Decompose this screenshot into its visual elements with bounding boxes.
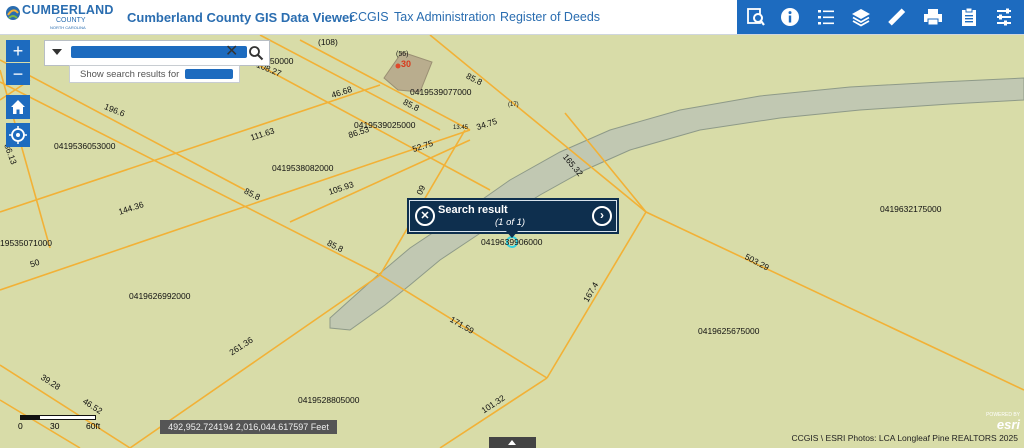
settings-icon[interactable]: [991, 4, 1017, 30]
measure-icon[interactable]: [883, 4, 909, 30]
esri-logo: POWERED BY esri: [986, 412, 1020, 431]
dimension-label: (108): [318, 37, 338, 47]
list-icon[interactable]: [813, 4, 839, 30]
building-marker: [395, 63, 401, 69]
search-icon[interactable]: [248, 45, 264, 61]
link-ccgis[interactable]: CCGIS: [349, 10, 389, 24]
close-popup-icon[interactable]: ✕: [415, 206, 435, 226]
scale-bar: 0 30 60ft: [18, 415, 108, 435]
search-results-hint[interactable]: Show search results for: [69, 65, 240, 83]
building-number: 30: [401, 59, 412, 69]
logo-state: NORTH CAROLINA: [50, 25, 86, 30]
zoom-in-button[interactable]: +: [6, 40, 30, 62]
bottom-panel-toggle[interactable]: [489, 437, 536, 448]
dimension-label: 13.45: [453, 125, 469, 131]
search-hint-text: Show search results for: [80, 69, 180, 80]
search-bar[interactable]: ✕: [44, 40, 270, 66]
popup-count: (1 of 1): [495, 217, 526, 228]
parcel-id-label: 0419528805000: [298, 395, 360, 405]
search-map-icon[interactable]: [743, 4, 769, 30]
locate-icon: [9, 126, 27, 144]
chevron-up-icon: [508, 440, 516, 445]
dimension-label: (17): [508, 102, 519, 108]
info-icon[interactable]: [777, 4, 803, 30]
clipboard-icon[interactable]: [956, 4, 982, 30]
home-icon: [11, 100, 25, 114]
dropdown-caret-icon[interactable]: [52, 49, 62, 55]
clear-search-icon[interactable]: ✕: [225, 42, 238, 62]
search-result-popup: ✕ Search result (1 of 1) ›: [409, 200, 617, 238]
link-tax-administration[interactable]: Tax Administration: [394, 10, 495, 24]
parcel-id-label: 0419539025000: [354, 120, 416, 130]
parcel-id-label: 19535071000: [0, 238, 53, 248]
coordinate-readout: 492,952.724194 2,016,044.617597 Feet: [160, 420, 337, 434]
toolbar: [737, 0, 1024, 34]
next-result-icon[interactable]: ›: [592, 206, 612, 226]
logo-subtext: COUNTY: [56, 17, 86, 24]
scale-label-30: 30: [50, 421, 60, 431]
map-canvas[interactable]: (108) 108.27 85.8 46.68 85.8 196.6 111.6…: [0, 35, 1024, 448]
search-input[interactable]: [71, 46, 247, 58]
parcel-id-label: 0419625675000: [698, 326, 760, 336]
home-button[interactable]: [6, 95, 30, 119]
dimension-label: (56): [396, 51, 409, 58]
popup-title: Search result: [438, 204, 508, 216]
zoom-out-button[interactable]: −: [6, 63, 30, 85]
layers-icon[interactable]: [848, 4, 874, 30]
attribution: CCGIS \ ESRI Photos: LCA Longleaf Pine R…: [791, 433, 1018, 443]
redacted-query: [184, 69, 233, 80]
app-header: CUMBERLAND COUNTY NORTH CAROLINA Cumberl…: [0, 0, 1024, 35]
county-logo[interactable]: CUMBERLAND COUNTY NORTH CAROLINA: [4, 3, 120, 31]
parcel-id-label: 0419626992000: [129, 291, 191, 301]
parcel-id-label: 0419536053000: [54, 141, 116, 151]
locate-button[interactable]: [6, 123, 30, 147]
print-icon[interactable]: [920, 4, 946, 30]
parcel-id-label: 0419538082000: [272, 163, 334, 173]
selected-parcel-id: 0419639906000: [481, 237, 543, 247]
popup-pointer: [506, 231, 518, 238]
page-title: Cumberland County GIS Data Viewer: [127, 10, 355, 25]
logo-text: CUMBERLAND: [22, 3, 114, 17]
parcel-id-label: 0419539077000: [410, 87, 472, 97]
scale-label-0: 0: [18, 421, 23, 431]
link-register-of-deeds[interactable]: Register of Deeds: [500, 10, 600, 24]
esri-text: esri: [996, 417, 1020, 432]
parcel-id-label: 0419632175000: [880, 204, 942, 214]
scale-label-60ft: 60ft: [86, 421, 101, 431]
